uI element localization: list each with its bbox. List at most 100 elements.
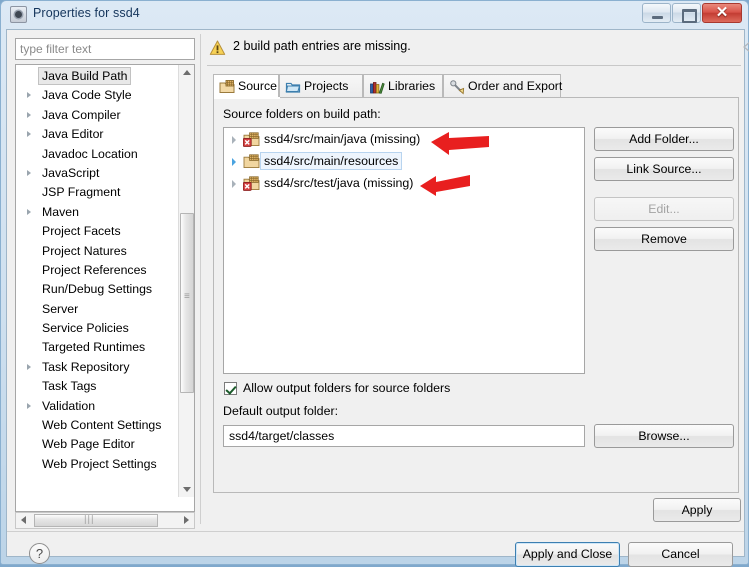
header-separator	[207, 65, 741, 66]
source-folder-missing-icon	[243, 176, 260, 191]
tree-vertical-scrollbar[interactable]	[178, 65, 194, 497]
panel-divider[interactable]	[200, 34, 201, 524]
sidebar-item-targeted-runtimes[interactable]: Targeted Runtimes	[16, 338, 180, 357]
sidebar-item-project-natures[interactable]: Project Natures	[16, 242, 180, 261]
sidebar-item-task-repository[interactable]: Task Repository	[16, 358, 180, 377]
source-folder-row[interactable]: ssd4/src/main/resources	[224, 151, 584, 172]
sidebar-item-java-code-style[interactable]: Java Code Style	[16, 86, 180, 105]
expand-arrow-icon[interactable]	[27, 111, 31, 118]
sidebar-item-label: Java Build Path	[37, 67, 132, 85]
sidebar-item-label: Java Code Style	[42, 88, 132, 103]
sidebar-item-label: Validation	[42, 398, 96, 413]
browse-button[interactable]: Browse...	[594, 424, 734, 448]
warning-banner: 2 build path entries are missing.	[207, 37, 741, 63]
source-folders-label: Source folders on build path:	[223, 107, 381, 121]
minimize-button[interactable]	[642, 3, 671, 23]
sidebar-item-service-policies[interactable]: Service Policies	[16, 319, 180, 338]
tab-label: Libraries	[388, 79, 436, 93]
default-output-folder-label: Default output folder:	[223, 404, 339, 418]
expand-arrow-icon[interactable]	[232, 136, 236, 144]
sidebar-item-jsp-fragment[interactable]: JSP Fragment	[16, 183, 180, 202]
sidebar-item-java-build-path[interactable]: Java Build Path	[16, 67, 180, 86]
edit-button: Edit...	[594, 197, 734, 221]
tree-horizontal-scrollbar[interactable]	[15, 512, 195, 529]
properties-dialog-window: Properties for ssd4 ✕ type filter text J…	[0, 0, 749, 567]
sidebar-item-label: Javadoc Location	[42, 146, 138, 161]
scroll-up-arrow[interactable]	[179, 65, 194, 81]
sidebar-item-label: JSP Fragment	[42, 185, 121, 200]
sidebar-item-project-facets[interactable]: Project Facets	[16, 222, 180, 241]
sidebar-item-label: Service Policies	[42, 321, 129, 336]
expand-arrow-icon[interactable]	[27, 363, 31, 370]
sidebar-item-javascript[interactable]: JavaScript	[16, 164, 180, 183]
sidebar-item-label: JavaScript	[42, 165, 100, 180]
source-folder-missing-icon	[243, 132, 260, 147]
expand-arrow-icon[interactable]	[232, 158, 236, 166]
expand-arrow-icon[interactable]	[27, 92, 31, 99]
link-source-button[interactable]: Link Source...	[594, 157, 734, 181]
source-folders-list[interactable]: ssd4/src/main/java (missing) ssd4/src/mai…	[223, 127, 585, 374]
maximize-button[interactable]	[672, 3, 701, 23]
close-button[interactable]: ✕	[702, 3, 742, 23]
tree-scrollbar-thumb[interactable]	[180, 213, 194, 393]
sidebar-item-web-content-settings[interactable]: Web Content Settings	[16, 416, 180, 435]
add-folder-button[interactable]: Add Folder...	[594, 127, 734, 151]
expand-arrow-icon[interactable]	[27, 169, 31, 176]
scroll-left-arrow[interactable]	[16, 513, 32, 528]
expand-arrow-icon[interactable]	[232, 180, 236, 188]
help-icon[interactable]: ?	[29, 543, 50, 564]
sidebar-item-label: Project Natures	[42, 243, 127, 258]
source-folder-label: ssd4/src/main/resources	[259, 152, 403, 170]
settings-tree[interactable]: Java Build Path Java Code Style Java Compi…	[15, 64, 195, 512]
tree-hscrollbar-thumb[interactable]	[34, 514, 158, 527]
sidebar-item-javadoc-location[interactable]: Javadoc Location	[16, 145, 180, 164]
sidebar-item-label: Web Content Settings	[42, 418, 162, 433]
sidebar-item-validation[interactable]: Validation	[16, 397, 180, 416]
settings-tree-list: Java Build Path Java Code Style Java Compi…	[16, 65, 180, 497]
scroll-down-arrow[interactable]	[179, 481, 194, 497]
expand-arrow-icon[interactable]	[27, 131, 31, 138]
scroll-right-arrow[interactable]	[178, 513, 194, 528]
warning-triangle-icon	[209, 40, 226, 55]
sidebar-item-label: Project Facets	[42, 224, 121, 239]
expand-arrow-icon[interactable]	[27, 402, 31, 409]
source-folder-icon	[219, 79, 235, 95]
sidebar-item-label: Web Project Settings	[42, 456, 157, 471]
default-output-folder-input[interactable]: ssd4/target/classes	[223, 425, 585, 447]
sidebar-item-label: Maven	[42, 204, 79, 219]
allow-output-folders-checkbox[interactable]	[224, 382, 237, 395]
back-arrow-icon[interactable]	[739, 38, 749, 56]
filter-input[interactable]: type filter text	[15, 38, 195, 60]
sidebar-item-project-references[interactable]: Project References	[16, 261, 180, 280]
expand-arrow-icon[interactable]	[27, 208, 31, 215]
order-export-icon	[449, 79, 465, 95]
tab-libraries[interactable]: Libraries	[363, 74, 443, 98]
sidebar-item-task-tags[interactable]: Task Tags	[16, 377, 180, 396]
tab-bar: Source Projects Libraries Order and Export	[213, 74, 739, 98]
sidebar-item-java-compiler[interactable]: Java Compiler	[16, 106, 180, 125]
source-folder-row[interactable]: ssd4/src/main/java (missing)	[224, 129, 584, 150]
sidebar-item-java-editor[interactable]: Java Editor	[16, 125, 180, 144]
tab-panel: Source folders on build path: ssd4/src/m…	[213, 97, 739, 493]
sidebar-item-web-project-settings[interactable]: Web Project Settings	[16, 455, 180, 474]
tab-label: Order and Export	[468, 79, 563, 93]
remove-button[interactable]: Remove	[594, 227, 734, 251]
sidebar-item-maven[interactable]: Maven	[16, 203, 180, 222]
allow-output-folders-label: Allow output folders for source folders	[243, 381, 451, 395]
source-folder-icon	[243, 154, 260, 169]
source-folder-row[interactable]: ssd4/src/test/java (missing)	[224, 173, 584, 194]
sidebar-item-web-page-editor[interactable]: Web Page Editor	[16, 435, 180, 454]
cancel-button[interactable]: Cancel	[628, 542, 733, 567]
title-bar[interactable]: Properties for ssd4 ✕	[1, 1, 748, 29]
sidebar-item-server[interactable]: Server	[16, 300, 180, 319]
tab-source[interactable]: Source	[213, 74, 279, 98]
sidebar-item-run-debug-settings[interactable]: Run/Debug Settings	[16, 280, 180, 299]
sidebar-item-label: Project References	[42, 262, 147, 277]
window-title: Properties for ssd4	[33, 6, 140, 20]
libraries-books-icon	[369, 79, 385, 95]
tab-projects[interactable]: Projects	[279, 74, 363, 98]
tab-order-and-export[interactable]: Order and Export	[443, 74, 563, 98]
close-icon: ✕	[715, 4, 729, 21]
apply-and-close-button[interactable]: Apply and Close	[515, 542, 620, 567]
apply-button[interactable]: Apply	[653, 498, 741, 522]
